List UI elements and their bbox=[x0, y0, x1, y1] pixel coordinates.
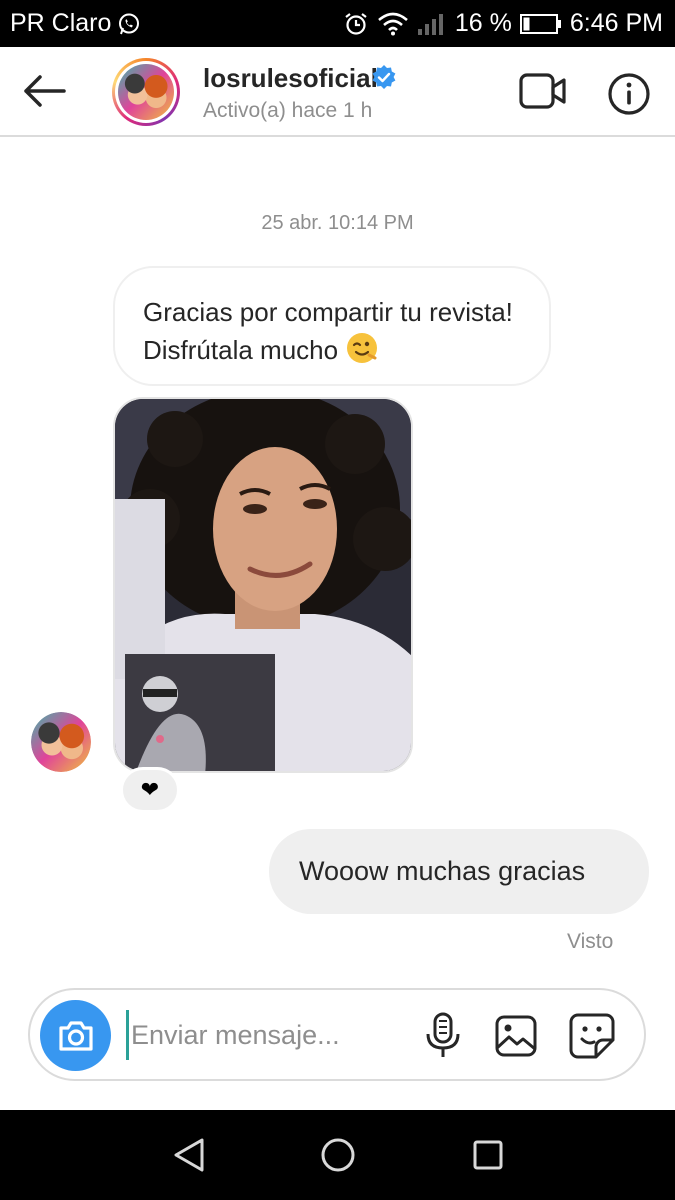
message-timestamp: 25 abr. 10:14 PM bbox=[261, 212, 414, 234]
back-arrow-icon bbox=[24, 75, 66, 107]
status-bar: PR Claro 16 % 6:46 PM bbox=[0, 0, 675, 47]
shared-photo[interactable] bbox=[113, 397, 413, 773]
nav-recents-button[interactable] bbox=[468, 1135, 508, 1175]
photo-image bbox=[115, 399, 411, 771]
camera-button[interactable] bbox=[40, 1000, 111, 1071]
message-composer bbox=[28, 988, 646, 1081]
camera-icon bbox=[58, 1020, 93, 1051]
info-icon bbox=[608, 73, 650, 115]
profile-avatar[interactable] bbox=[112, 58, 180, 126]
incoming-message-text: Gracias por compartir tu revista! Disfrú… bbox=[143, 297, 513, 365]
sticker-icon bbox=[569, 1013, 615, 1059]
nav-home-button[interactable] bbox=[318, 1135, 358, 1175]
gallery-button[interactable] bbox=[494, 1014, 538, 1058]
battery-percent: 16 % bbox=[454, 9, 512, 37]
system-nav-bar bbox=[0, 1110, 675, 1200]
chat-header: losrulesoficial Activo(a) hace 1 h bbox=[0, 47, 675, 137]
microphone-icon bbox=[426, 1012, 460, 1057]
message-input[interactable] bbox=[126, 1010, 396, 1060]
back-triangle-icon bbox=[174, 1138, 204, 1172]
sender-avatar[interactable] bbox=[31, 712, 91, 772]
battery-icon bbox=[519, 13, 562, 35]
conversation-info-button[interactable] bbox=[606, 71, 652, 117]
whatsapp-icon bbox=[117, 12, 141, 36]
heart-reaction[interactable]: ❤ bbox=[120, 767, 180, 813]
activity-status: Activo(a) hace 1 h bbox=[203, 99, 373, 122]
clock: 6:46 PM bbox=[569, 9, 663, 37]
sticker-button[interactable] bbox=[568, 1012, 616, 1060]
voice-message-button[interactable] bbox=[423, 1012, 463, 1060]
nav-back-button[interactable] bbox=[170, 1135, 210, 1175]
outgoing-message[interactable]: Wooow muchas gracias bbox=[269, 829, 649, 914]
recents-square-icon bbox=[473, 1140, 503, 1170]
video-call-button[interactable] bbox=[518, 71, 568, 111]
outgoing-message-text: Wooow muchas gracias bbox=[299, 856, 586, 886]
heart-icon: ❤ bbox=[140, 777, 160, 802]
seen-indicator: Visto bbox=[567, 930, 614, 953]
home-circle-icon bbox=[321, 1138, 355, 1172]
signal-icon bbox=[417, 12, 447, 36]
wifi-icon bbox=[377, 12, 409, 36]
verified-badge-icon bbox=[372, 65, 396, 89]
winking-face-emoji bbox=[347, 333, 378, 363]
carrier-label: PR Claro bbox=[10, 9, 112, 37]
video-call-icon bbox=[519, 73, 566, 109]
chat-username[interactable]: losrulesoficial bbox=[203, 63, 378, 94]
back-button[interactable] bbox=[18, 69, 70, 113]
alarm-icon bbox=[343, 11, 369, 37]
sender-avatar-image bbox=[31, 712, 91, 772]
incoming-message[interactable]: Gracias por compartir tu revista! Disfrú… bbox=[113, 266, 551, 386]
gallery-icon bbox=[495, 1015, 537, 1057]
avatar-image bbox=[118, 64, 174, 120]
